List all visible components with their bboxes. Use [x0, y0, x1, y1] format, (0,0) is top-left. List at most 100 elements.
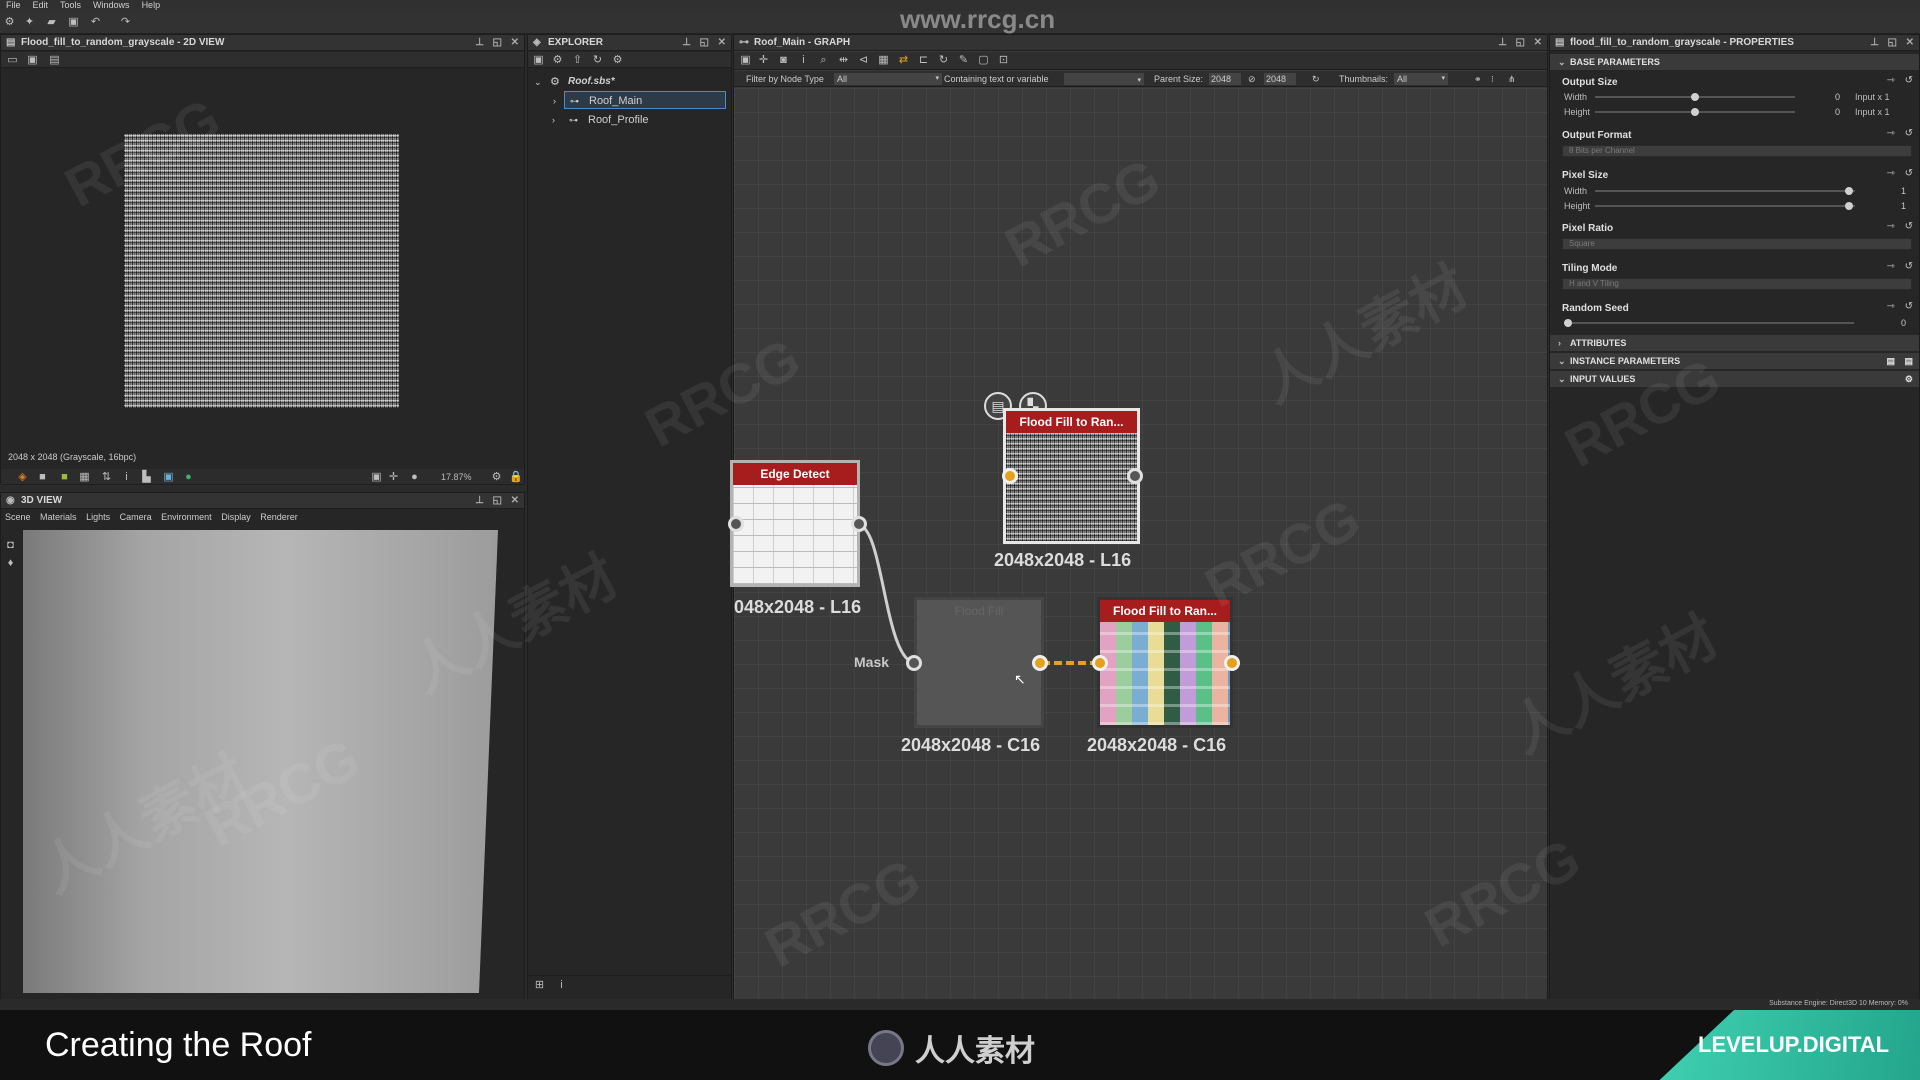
containing-input[interactable]: ▾: [1064, 73, 1144, 85]
redo-icon[interactable]: ↷: [120, 17, 131, 28]
add-param-icon[interactable]: ⇾: [1887, 221, 1895, 232]
reload-icon[interactable]: ↻: [938, 55, 949, 66]
port-flood-fill-out[interactable]: [1032, 655, 1048, 671]
link-icon[interactable]: ⊘: [1248, 71, 1256, 87]
pixel-width-value[interactable]: 1: [1870, 186, 1906, 196]
tree-package[interactable]: ⌄ ⚙ Roof.sbs*: [528, 73, 731, 91]
collapse-icon[interactable]: ⌄: [534, 73, 542, 91]
pin-icon[interactable]: ⊥: [1870, 35, 1879, 51]
zoom-icon[interactable]: ⌕: [818, 55, 829, 66]
slider-knob[interactable]: [1564, 319, 1572, 327]
menu-camera[interactable]: Camera: [120, 512, 152, 522]
tree-item-roof-main[interactable]: › ⊶ Roof_Main: [553, 91, 726, 109]
float-icon[interactable]: ◱: [1516, 35, 1525, 51]
random-seed-slider[interactable]: [1564, 319, 1854, 327]
tiling-mode-select[interactable]: H and V Tiling: [1562, 278, 1912, 290]
export-icon[interactable]: ▤: [1904, 353, 1913, 370]
port-edge-in[interactable]: [728, 516, 744, 532]
close-icon[interactable]: ✕: [511, 35, 519, 51]
reset-icon[interactable]: ↺: [1905, 261, 1913, 272]
export-icon[interactable]: ▤: [49, 55, 60, 66]
expand-arrow-icon[interactable]: ›: [553, 92, 556, 110]
share-icon[interactable]: ⊲: [858, 55, 869, 66]
new-package-icon[interactable]: ⚙: [4, 17, 15, 28]
close-icon[interactable]: ✕: [1906, 35, 1914, 51]
frame-all-icon[interactable]: ▣: [740, 55, 751, 66]
pin-icon[interactable]: ⊥: [475, 493, 484, 509]
reset-icon[interactable]: ↺: [1905, 221, 1913, 232]
output-width-value[interactable]: 0: [1800, 92, 1840, 102]
port-flood-fill-mask[interactable]: [906, 655, 922, 671]
output-height-value[interactable]: 0: [1800, 107, 1840, 117]
open-icon[interactable]: ▰: [46, 17, 57, 28]
undo-icon[interactable]: ↶: [90, 17, 101, 28]
frame-icon[interactable]: ▢: [978, 55, 989, 66]
node-flood-fill-to-random-grayscale[interactable]: Flood Fill to Ran...: [1003, 408, 1140, 544]
section-instance-parameters[interactable]: ⌄ INSTANCE PARAMETERS ▤ ▤: [1550, 353, 1919, 370]
output-height-relative[interactable]: Input x 1: [1855, 107, 1890, 117]
pin-icon[interactable]: ⊥: [1498, 35, 1507, 51]
section-input-values[interactable]: ⌄ INPUT VALUES ⚙: [1550, 371, 1919, 388]
add-param-icon[interactable]: ⇾: [1887, 168, 1895, 179]
pixel-height-value[interactable]: 1: [1870, 201, 1906, 211]
filter-select[interactable]: All ▾: [834, 73, 942, 85]
thumbnails-select[interactable]: All ▾: [1394, 73, 1448, 85]
slider-knob[interactable]: [1691, 108, 1699, 116]
close-icon[interactable]: ✕: [1534, 35, 1542, 51]
camera-icon[interactable]: ◘: [5, 540, 16, 551]
menu-display[interactable]: Display: [221, 512, 251, 522]
info-icon[interactable]: i: [798, 55, 809, 66]
3d-viewport[interactable]: [23, 530, 498, 993]
channel-white-icon[interactable]: ■: [37, 472, 48, 483]
section-base-parameters[interactable]: ⌄ BASE PARAMETERS: [1550, 54, 1919, 71]
reset-icon[interactable]: ↺: [1905, 75, 1913, 86]
snapshot-icon[interactable]: ◙: [778, 55, 789, 66]
publish-icon[interactable]: ⇧: [572, 55, 583, 66]
section-attributes[interactable]: › ATTRIBUTES: [1550, 335, 1919, 352]
align-icon[interactable]: ⇹: [838, 55, 849, 66]
reset-icon[interactable]: ↺: [1905, 128, 1913, 139]
tree-layout-icon[interactable]: ⊏: [918, 55, 929, 66]
channel-color-icon[interactable]: ■: [59, 472, 70, 483]
slider-knob[interactable]: [1691, 93, 1699, 101]
fit-icon[interactable]: ▣: [371, 472, 382, 483]
save-icon[interactable]: ▣: [533, 55, 544, 66]
layout-icon[interactable]: ⁝: [1491, 71, 1494, 87]
settings-icon[interactable]: ⚙: [491, 472, 502, 483]
node-flood-fill-to-random-color[interactable]: Flood Fill to Ran...: [1097, 597, 1233, 728]
float-icon[interactable]: ◱: [493, 35, 502, 51]
layers-icon[interactable]: ◈: [17, 472, 28, 483]
crosshair-icon[interactable]: ✛: [758, 55, 769, 66]
copy-icon[interactable]: ▭: [7, 55, 18, 66]
pixel-height-slider[interactable]: [1595, 202, 1855, 210]
slider-knob[interactable]: [1845, 202, 1853, 210]
menu-scene[interactable]: Scene: [5, 512, 31, 522]
menu-help[interactable]: Help: [136, 0, 167, 11]
port-flood-top-out[interactable]: [1127, 468, 1143, 484]
pixel-ratio-select[interactable]: Square: [1562, 238, 1912, 250]
add-param-icon[interactable]: ⇾: [1887, 128, 1895, 139]
float-icon[interactable]: ◱: [1888, 35, 1897, 51]
lock-icon[interactable]: 🔒: [509, 472, 523, 483]
save-image-icon[interactable]: ▣: [27, 55, 38, 66]
pin-icon[interactable]: ⊥: [682, 35, 691, 51]
port-flood-color-out[interactable]: [1224, 655, 1240, 671]
parent-height-select[interactable]: 2048: [1264, 73, 1296, 85]
reset-icon[interactable]: ↺: [1905, 168, 1913, 179]
slider-knob[interactable]: [1845, 187, 1853, 195]
new-graph-icon[interactable]: ✦: [24, 17, 35, 28]
tile-icon[interactable]: ▦: [79, 472, 90, 483]
snap-icon[interactable]: ⋔: [1508, 71, 1516, 87]
texture-preview[interactable]: [124, 134, 399, 408]
output-height-slider[interactable]: [1595, 108, 1795, 116]
menu-renderer[interactable]: Renderer: [260, 512, 298, 522]
tools-icon[interactable]: ✎: [958, 55, 969, 66]
zoom-level[interactable]: 17.87%: [441, 472, 472, 482]
info-icon[interactable]: i: [556, 980, 567, 991]
port-flood-color-in[interactable]: [1092, 655, 1108, 671]
float-icon[interactable]: ◱: [700, 35, 709, 51]
save-icon[interactable]: ▣: [68, 17, 79, 28]
link-icon[interactable]: ⚙: [612, 55, 623, 66]
expand-arrow-icon[interactable]: ›: [552, 111, 555, 129]
pixel-width-slider[interactable]: [1595, 187, 1855, 195]
